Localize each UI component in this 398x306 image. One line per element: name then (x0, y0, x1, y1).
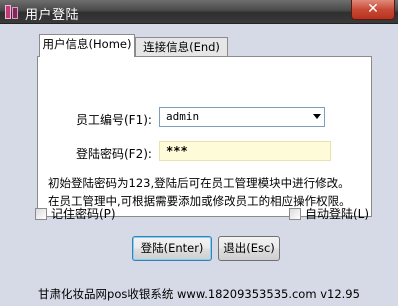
auto-login-checkbox[interactable]: 自动登陆(L) (289, 205, 369, 222)
chevron-down-icon[interactable] (313, 114, 321, 119)
remember-password-box[interactable] (35, 208, 47, 220)
close-button[interactable]: ✕ (351, 0, 395, 20)
exit-button[interactable]: 退出(Esc) (218, 236, 280, 261)
employee-id-select[interactable]: admin (159, 107, 325, 127)
tab-connection-info[interactable]: 连接信息(End) (135, 37, 228, 57)
dialog-body: 用户信息(Home) 连接信息(End) 员工编号(F1): admin 登陆密… (6, 24, 392, 301)
employee-id-value: admin (166, 110, 200, 123)
login-window: 用户登陆 ✕ 用户信息(Home) 连接信息(End) 员工编号(F1): ad… (0, 0, 398, 306)
remember-password-checkbox[interactable]: 记住密码(P) (35, 205, 116, 222)
tab-panel-user-info: 员工编号(F1): admin 登陆密码(F2): *** 初始登陆密码为123… (37, 56, 372, 217)
info-text-line-1: 初始登陆密码为123,登陆后可在员工管理模块中进行修改。 (48, 176, 350, 190)
remember-password-label: 记住密码(P) (51, 207, 116, 221)
auto-login-label: 自动登陆(L) (305, 207, 370, 221)
title-bar[interactable]: 用户登陆 ✕ (0, 0, 398, 24)
auto-login-box[interactable] (289, 208, 301, 220)
app-icon (4, 4, 20, 20)
password-field[interactable]: *** (159, 141, 331, 161)
employee-id-label: 员工编号(F1): (76, 113, 152, 127)
login-button[interactable]: 登陆(Enter) (132, 236, 212, 261)
tab-user-info[interactable]: 用户信息(Home) (39, 34, 135, 57)
window-title: 用户登陆 (25, 8, 80, 23)
password-value: *** (166, 144, 188, 158)
password-label: 登陆密码(F2): (76, 147, 152, 161)
close-icon: ✕ (367, 1, 379, 17)
footer-text: 甘肃化妆品网pos收银系统 www.18209353535.com v12.95 (38, 287, 360, 301)
